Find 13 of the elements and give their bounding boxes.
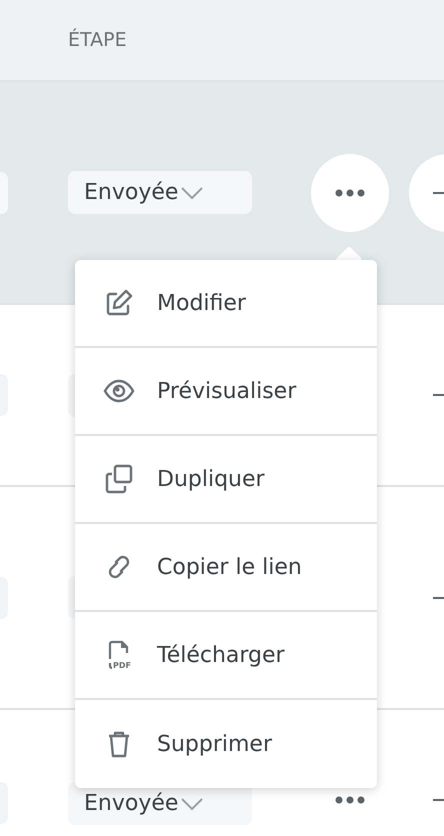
ellipsis-icon — [335, 188, 365, 196]
stage-dropdown[interactable]: Envoyée — [68, 171, 252, 214]
menu-item[interactable]: Supprimer — [75, 700, 377, 788]
menu-item[interactable]: Copier le lien — [75, 524, 377, 612]
menu-item[interactable]: PDF Télécharger — [75, 612, 377, 700]
column-header: ÉTAPE — [68, 27, 127, 53]
menu-item[interactable]: Modifier — [75, 260, 377, 348]
caret-icon — [180, 796, 204, 810]
caret-icon — [180, 186, 204, 200]
menu-item[interactable]: Prévisualiser — [75, 348, 377, 436]
menu-item[interactable]: Dupliquer — [75, 436, 377, 524]
ellipsis-icon[interactable] — [335, 796, 365, 804]
copy-icon — [103, 463, 135, 495]
